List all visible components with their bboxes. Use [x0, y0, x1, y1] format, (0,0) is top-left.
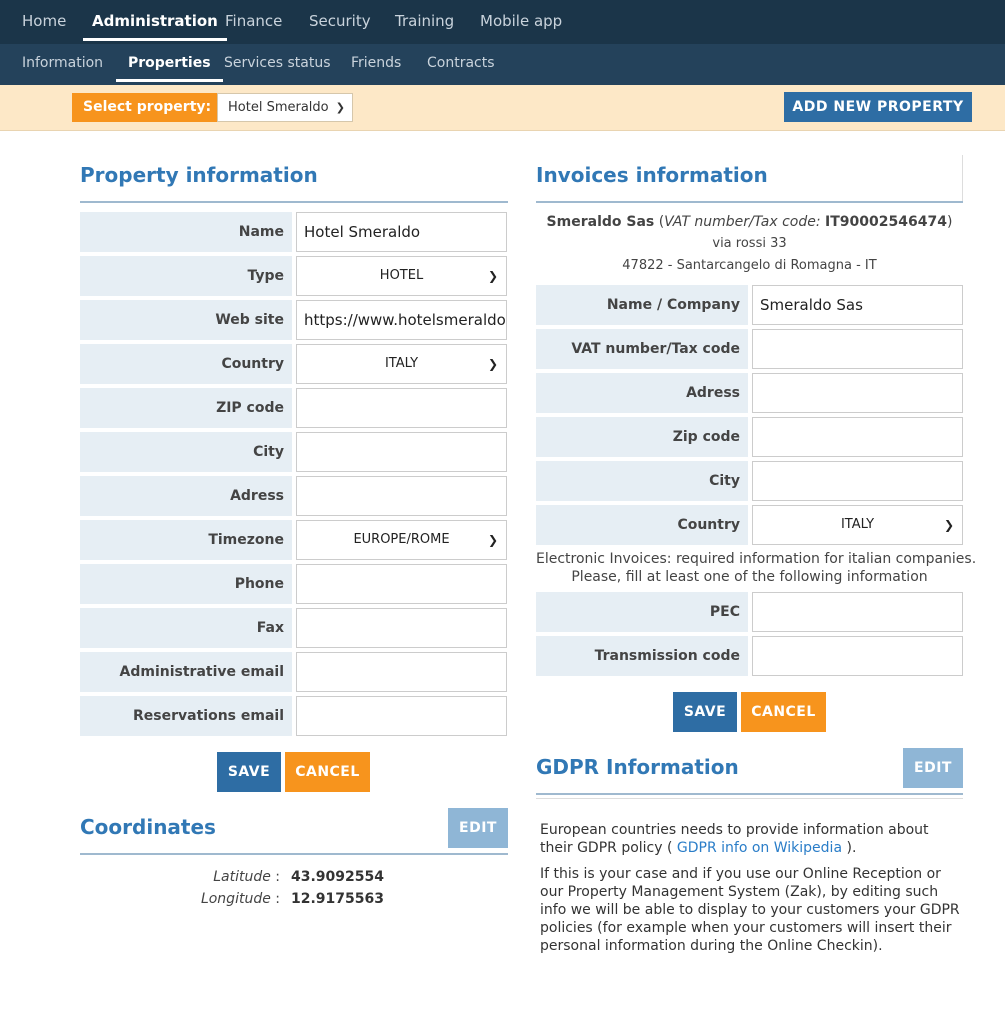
select-property-label: Select property:: [72, 93, 217, 122]
company-input[interactable]: Smeraldo Sas: [752, 285, 963, 325]
divider: [80, 201, 508, 203]
invoice-city-label: City: [536, 461, 748, 501]
invoice-zip-input[interactable]: [752, 417, 963, 457]
invoice-zip-label: Zip code: [536, 417, 748, 457]
timezone-select[interactable]: EUROPE/ROME ❯: [296, 520, 507, 560]
reservations-email-label: Reservations email: [80, 696, 292, 736]
fax-input[interactable]: [296, 608, 507, 648]
zip-label: ZIP code: [80, 388, 292, 428]
invoice-address-label: Adress: [536, 373, 748, 413]
invoice-city-line: 47822 - Santarcangelo di Romagna - IT: [622, 258, 877, 273]
timezone-label: Timezone: [80, 520, 292, 560]
invoices-save-button[interactable]: SAVE: [673, 692, 737, 732]
type-select-value: HOTEL: [379, 268, 424, 283]
website-label: Web site: [80, 300, 292, 340]
name-input[interactable]: Hotel Smeraldo: [296, 212, 507, 252]
zip-input[interactable]: [296, 388, 507, 428]
invoice-country-label: Country: [536, 505, 748, 545]
company-label: Name / Company: [536, 285, 748, 325]
subnav-services-status[interactable]: Services status: [224, 44, 331, 85]
invoices-information-title: Invoices information: [536, 163, 768, 187]
property-information-title: Property information: [80, 163, 318, 187]
address-label: Adress: [80, 476, 292, 516]
invoice-address-input[interactable]: [752, 373, 963, 413]
gdpr-edit-button[interactable]: EDIT: [903, 748, 963, 788]
divider: [962, 155, 963, 201]
subnav-information[interactable]: Information: [22, 44, 103, 85]
topnav-home[interactable]: Home: [22, 0, 66, 44]
type-select[interactable]: HOTEL ❯: [296, 256, 507, 296]
longitude-value: 12.9175563: [291, 891, 384, 907]
address-input[interactable]: [296, 476, 507, 516]
coordinates-title: Coordinates: [80, 815, 216, 839]
timezone-select-value: EUROPE/ROME: [353, 532, 450, 547]
chevron-down-icon: ❯: [487, 533, 498, 547]
coordinates-edit-button[interactable]: EDIT: [448, 808, 508, 848]
reservations-email-input[interactable]: [296, 696, 507, 736]
topnav-training[interactable]: Training: [395, 0, 454, 44]
invoice-country-value: ITALY: [840, 517, 875, 532]
admin-email-input[interactable]: [296, 652, 507, 692]
admin-email-label: Administrative email: [80, 652, 292, 692]
einvoice-note-line2: Please, fill at least one of the followi…: [571, 569, 928, 585]
website-input[interactable]: https://www.hotelsmeraldo: [296, 300, 507, 340]
vat-input[interactable]: [752, 329, 963, 369]
invoice-city-input[interactable]: [752, 461, 963, 501]
invoice-country-select[interactable]: ITALY ❯: [752, 505, 963, 545]
name-label: Name: [80, 212, 292, 252]
invoices-cancel-button[interactable]: CANCEL: [741, 692, 826, 732]
country-label: Country: [80, 344, 292, 384]
property-cancel-button[interactable]: CANCEL: [285, 752, 370, 792]
vat-value: IT90002546474: [825, 214, 947, 230]
einvoice-note-line1: Electronic Invoices: required informatio…: [536, 551, 977, 567]
pec-label: PEC: [536, 592, 748, 632]
invoice-company-name: Smeraldo Sas: [546, 214, 655, 230]
top-nav: Home Administration Finance Security Tra…: [0, 0, 1005, 44]
phone-label: Phone: [80, 564, 292, 604]
divider: [536, 793, 963, 795]
topnav-security[interactable]: Security: [309, 0, 371, 44]
latitude-label: Latitude :: [213, 869, 280, 885]
transmission-code-input[interactable]: [752, 636, 963, 676]
longitude-label: Longitude :: [200, 891, 280, 907]
subnav-contracts[interactable]: Contracts: [427, 44, 495, 85]
vat-caption: VAT number/Tax code:: [664, 214, 821, 230]
chevron-down-icon: ❯: [487, 357, 498, 371]
transmission-code-label: Transmission code: [536, 636, 748, 676]
country-select[interactable]: ITALY ❯: [296, 344, 507, 384]
subnav-friends[interactable]: Friends: [351, 44, 401, 85]
vat-label: VAT number/Tax code: [536, 329, 748, 369]
topnav-finance[interactable]: Finance: [225, 0, 282, 44]
property-select-value: Hotel Smeraldo: [228, 100, 329, 115]
gdpr-paragraph-1: European countries needs to provide info…: [540, 822, 929, 856]
divider: [80, 853, 508, 855]
gdpr-wikipedia-link[interactable]: GDPR info on Wikipedia: [677, 840, 842, 856]
country-select-value: ITALY: [384, 356, 419, 371]
sub-nav: Information Properties Services status F…: [0, 44, 1005, 85]
chevron-down-icon: ❯: [943, 518, 954, 532]
city-label: City: [80, 432, 292, 472]
chevron-down-icon: ❯: [487, 269, 498, 283]
pec-input[interactable]: [752, 592, 963, 632]
topnav-mobile-app[interactable]: Mobile app: [480, 0, 562, 44]
invoice-company-line: Smeraldo Sas (VAT number/Tax code: IT900…: [546, 214, 953, 230]
gdpr-paragraph-2: If this is your case and if you use our …: [540, 866, 960, 954]
divider: [536, 798, 963, 799]
fax-label: Fax: [80, 608, 292, 648]
type-label: Type: [80, 256, 292, 296]
property-select[interactable]: Hotel Smeraldo ❯: [217, 93, 353, 122]
divider: [536, 201, 963, 203]
add-new-property-button[interactable]: ADD NEW PROPERTY: [784, 92, 972, 122]
gdpr-information-title: GDPR Information: [536, 755, 739, 779]
subnav-properties[interactable]: Properties: [116, 44, 222, 85]
property-save-button[interactable]: SAVE: [217, 752, 281, 792]
topnav-administration[interactable]: Administration: [83, 0, 227, 44]
latitude-value: 43.9092554: [291, 869, 384, 885]
invoice-street: via rossi 33: [712, 236, 787, 251]
chevron-down-icon: ❯: [335, 101, 345, 114]
city-input[interactable]: [296, 432, 507, 472]
phone-input[interactable]: [296, 564, 507, 604]
